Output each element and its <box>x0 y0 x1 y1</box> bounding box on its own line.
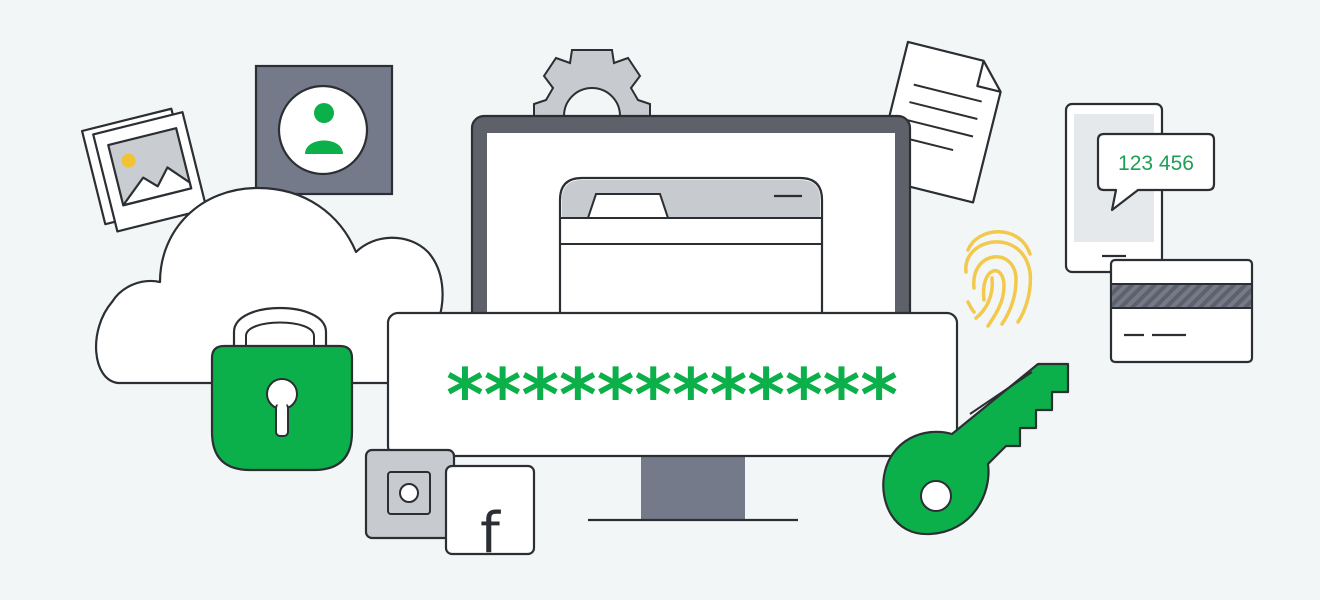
password-masked-text: ************ <box>446 353 898 437</box>
camera-app-icon <box>364 448 456 540</box>
password-field: ************ <box>386 311 959 458</box>
fingerprint-icon <box>964 230 1033 328</box>
browser-window-icon <box>558 176 824 332</box>
security-illustration: ************ 123 456 f <box>80 40 1254 566</box>
otp-code-text: 123 456 <box>1118 152 1194 175</box>
user-avatar-icon <box>254 64 394 196</box>
facebook-glyph: f <box>480 501 501 566</box>
facebook-icon: f <box>444 464 536 566</box>
credit-card-icon <box>1109 258 1254 364</box>
monitor-stand <box>588 452 798 522</box>
